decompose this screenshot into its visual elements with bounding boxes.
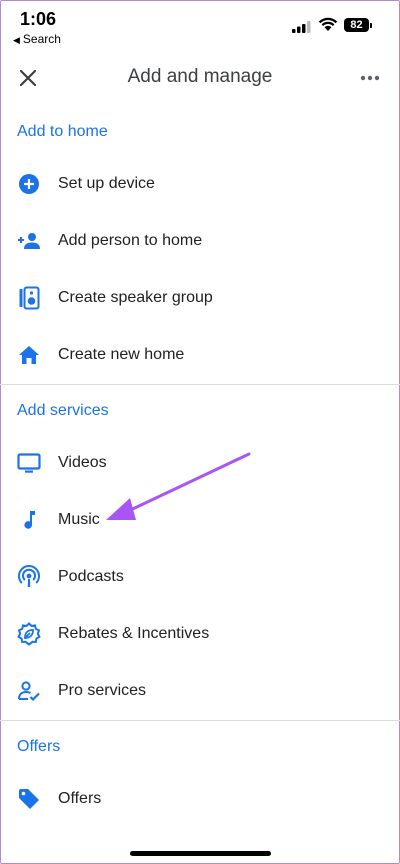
menu-item-set-up-device[interactable]: Set up device: [0, 158, 400, 210]
menu-item-label: Create speaker group: [58, 289, 213, 306]
add-circle-icon: [19, 174, 39, 194]
menu-item-offers[interactable]: Offers: [0, 773, 400, 825]
tv-icon: [17, 453, 41, 473]
status-bar: 1:06 ◀ Search 82: [0, 0, 400, 50]
menu-item-rebates-incentives[interactable]: Rebates & Incentives: [0, 608, 400, 660]
tag-icon: [19, 789, 39, 809]
back-to-app-link[interactable]: ◀ Search: [13, 32, 61, 46]
section-title-add-to-home: Add to home: [17, 123, 108, 140]
more-options-icon[interactable]: [356, 66, 384, 90]
menu-item-label: Add person to home: [58, 232, 203, 249]
home-indicator[interactable]: [130, 851, 271, 856]
menu-item-podcasts[interactable]: Podcasts: [0, 551, 400, 603]
menu-item-add-person[interactable]: Add person to home: [0, 215, 400, 267]
menu-item-label: Podcasts: [58, 568, 124, 585]
section-title-add-services: Add services: [17, 402, 109, 419]
music-note-icon: [24, 511, 35, 529]
menu-item-label: Pro services: [58, 682, 147, 699]
back-to-app-label: Search: [22, 32, 61, 46]
back-triangle-icon: ◀: [13, 35, 20, 45]
section-divider: [0, 384, 400, 385]
page-title: Add and manage: [127, 66, 273, 87]
wifi-icon: [318, 17, 338, 31]
rebates-icon: [17, 622, 41, 646]
menu-item-label: Music: [58, 511, 100, 528]
header: Add and manage: [0, 54, 400, 100]
status-time: 1:06: [20, 9, 57, 29]
annotation-arrow-icon: [106, 452, 251, 520]
battery-tip: [370, 23, 372, 28]
pro-services-icon: [18, 681, 40, 702]
person-add-icon: [18, 233, 40, 249]
battery-indicator: 82: [344, 18, 369, 32]
podcast-icon: [18, 565, 40, 587]
section-title-offers: Offers: [17, 738, 61, 755]
menu-item-label: Set up device: [58, 175, 155, 192]
home-icon: [19, 346, 39, 364]
menu-item-label: Rebates & Incentives: [58, 625, 210, 642]
menu-item-label: Create new home: [58, 346, 185, 363]
cellular-signal-icon: [292, 21, 311, 33]
menu-item-pro-services[interactable]: Pro services: [0, 665, 400, 717]
section-divider: [0, 720, 400, 721]
menu-item-label: Offers: [58, 790, 102, 807]
speaker-icon: [19, 286, 40, 310]
menu-item-create-new-home[interactable]: Create new home: [0, 329, 400, 381]
menu-item-create-speaker-group[interactable]: Create speaker group: [0, 272, 400, 324]
